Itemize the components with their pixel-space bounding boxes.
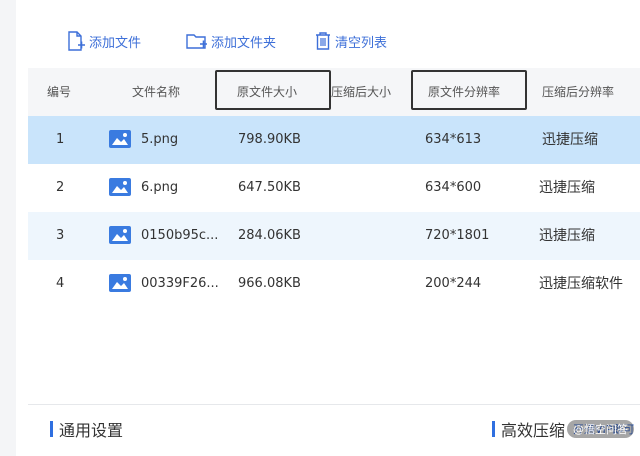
add-folder-button[interactable]: 添加文件夹: [186, 28, 276, 54]
file-name: 5.png: [141, 132, 179, 147]
orig-size: 966.08KB: [238, 276, 301, 291]
comp-resolution: 迅捷压缩: [542, 132, 598, 148]
clear-list-label: 清空列表: [335, 35, 388, 51]
section-accent-bar: [50, 421, 53, 437]
row-index: 1: [56, 132, 65, 147]
table-row[interactable]: 4 00339F26... 966.08KB 200*244 迅捷压缩软件: [28, 260, 640, 308]
comp-resolution: 迅捷压缩: [539, 228, 595, 244]
header-name[interactable]: 文件名称: [132, 68, 180, 116]
image-file-icon: [109, 274, 131, 292]
orig-resolution: 200*244: [425, 276, 482, 291]
image-file-icon: [109, 226, 131, 244]
orig-resolution: 720*1801: [425, 228, 490, 243]
row-index: 2: [56, 180, 65, 195]
general-settings-title: 通用设置: [59, 421, 124, 440]
comp-resolution: 迅捷压缩: [539, 180, 595, 196]
orig-size: 284.06KB: [238, 228, 301, 243]
orig-size: 647.50KB: [238, 180, 301, 195]
file-name: 0150b95c...: [141, 228, 219, 243]
orig-resolution: 634*600: [425, 180, 482, 195]
trash-icon: [316, 32, 330, 50]
main-panel: 添加文件 添加文件夹 清空列表 编号 文件名称 原文件大小 压缩后大小 原文件分…: [16, 0, 640, 456]
table-row[interactable]: 1 5.png 798.90KB 634*613 迅捷压缩: [28, 116, 640, 164]
orig-size: 798.90KB: [238, 132, 301, 147]
section-accent-bar: [492, 421, 495, 437]
general-settings-header: 通用设置: [50, 418, 123, 440]
header-comp-res[interactable]: 压缩后分辨率: [542, 68, 614, 116]
divider: [28, 404, 640, 405]
watermark: @悟空问答: [567, 420, 634, 438]
image-file-icon: [109, 130, 131, 148]
file-name: 6.png: [141, 180, 179, 195]
header-index[interactable]: 编号: [47, 68, 71, 116]
highlight-box-orig-size: [215, 70, 331, 110]
row-index: 4: [56, 276, 65, 291]
table-row[interactable]: 2 6.png 647.50KB 634*600 迅捷压缩: [28, 164, 640, 212]
orig-resolution: 634*613: [425, 132, 482, 147]
efficient-compress-title: 高效压缩: [501, 421, 566, 440]
clear-list-button[interactable]: 清空列表: [314, 28, 387, 54]
header-comp-size[interactable]: 压缩后大小: [331, 68, 391, 116]
image-file-icon: [109, 178, 131, 196]
table-row[interactable]: 3 0150b95c... 284.06KB 720*1801 迅捷压缩: [28, 212, 640, 260]
highlight-box-orig-res: [411, 70, 527, 110]
comp-resolution: 迅捷压缩软件: [539, 276, 623, 292]
toolbar: 添加文件 添加文件夹 清空列表: [16, 0, 640, 70]
file-name: 00339F26...: [141, 276, 219, 291]
add-file-icon: [68, 31, 85, 51]
row-index: 3: [56, 228, 65, 243]
add-file-button[interactable]: 添加文件: [66, 28, 141, 54]
add-folder-icon: [186, 34, 207, 49]
table-header: 编号 文件名称 原文件大小 压缩后大小 原文件分辨率 压缩后分辨率: [28, 68, 640, 116]
add-folder-label: 添加文件夹: [211, 35, 277, 51]
add-file-label: 添加文件: [89, 35, 142, 51]
